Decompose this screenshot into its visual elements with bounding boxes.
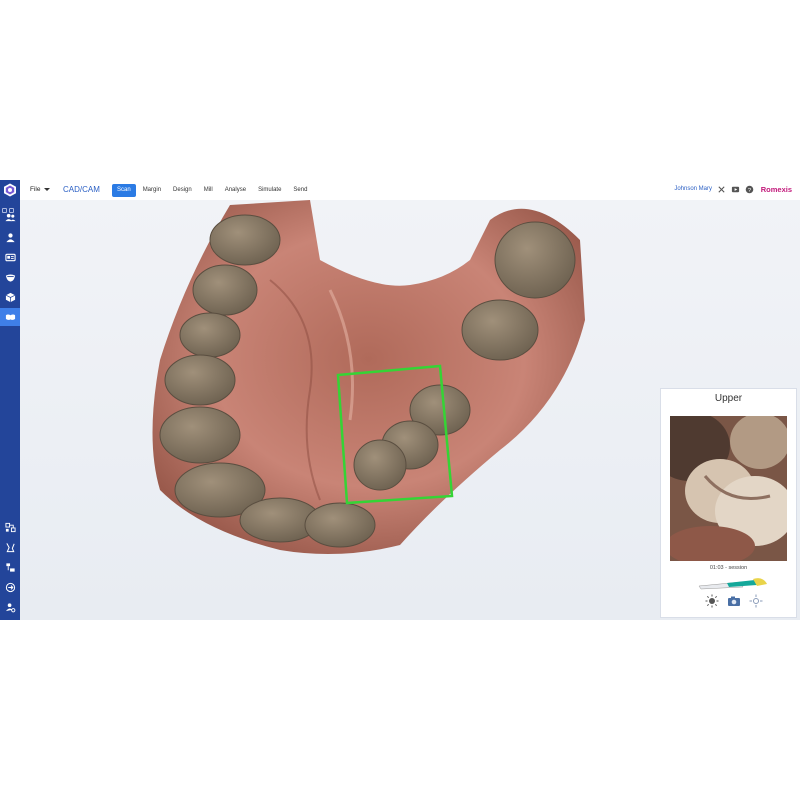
tab-design[interactable]: Design <box>168 184 197 197</box>
logout-icon[interactable] <box>0 578 20 596</box>
close-icon[interactable] <box>717 185 726 194</box>
tab-analyse[interactable]: Analyse <box>220 184 251 197</box>
workflow-tabs: Scan Margin Design Mill Analyse Simulate… <box>112 184 312 197</box>
file-menu-label: File <box>30 186 41 193</box>
workflow-icon[interactable] <box>0 518 20 536</box>
tools-icon[interactable] <box>0 538 20 556</box>
scan-preview-panel: Upper 01:03 - session <box>660 388 797 618</box>
file-menu[interactable]: File <box>30 186 51 193</box>
scanner-wand-icon <box>698 578 767 590</box>
video-icon[interactable] <box>731 185 740 194</box>
cadcam-window: File CAD/CAM Scan Margin Design Mill Ana… <box>0 180 800 620</box>
tab-simulate[interactable]: Simulate <box>253 184 286 197</box>
tab-margin[interactable]: Margin <box>138 184 166 197</box>
module-title: CAD/CAM <box>63 185 100 194</box>
window-controls[interactable] <box>2 200 18 213</box>
scan-teeth-icon[interactable] <box>0 308 20 326</box>
app-logo-icon <box>4 183 16 197</box>
tab-send[interactable]: Send <box>288 184 312 197</box>
brand-logo: Romexis <box>760 185 792 194</box>
tab-scan[interactable]: Scan <box>112 184 136 197</box>
tab-mill[interactable]: Mill <box>199 184 218 197</box>
cube-icon[interactable] <box>0 288 20 306</box>
patients-icon[interactable] <box>0 208 20 226</box>
panel-title: Upper <box>714 393 743 404</box>
chevron-down-icon <box>44 188 51 191</box>
camera-icon[interactable] <box>727 594 741 608</box>
session-label: 01:03 - session <box>709 565 748 571</box>
user-name[interactable]: Johnson Mary <box>674 186 712 192</box>
help-icon[interactable]: ? <box>745 185 754 194</box>
patient-icon[interactable] <box>0 228 20 246</box>
devices-icon[interactable] <box>0 558 20 576</box>
id-card-icon[interactable] <box>0 248 20 266</box>
tray-icon[interactable] <box>0 268 20 286</box>
focus-icon[interactable] <box>749 594 763 608</box>
top-bar: File CAD/CAM Scan Margin Design Mill Ana… <box>20 180 800 201</box>
light-icon[interactable] <box>705 594 719 608</box>
live-camera-view <box>670 416 787 561</box>
sidebar <box>0 180 20 620</box>
user-settings-icon[interactable] <box>0 598 20 616</box>
